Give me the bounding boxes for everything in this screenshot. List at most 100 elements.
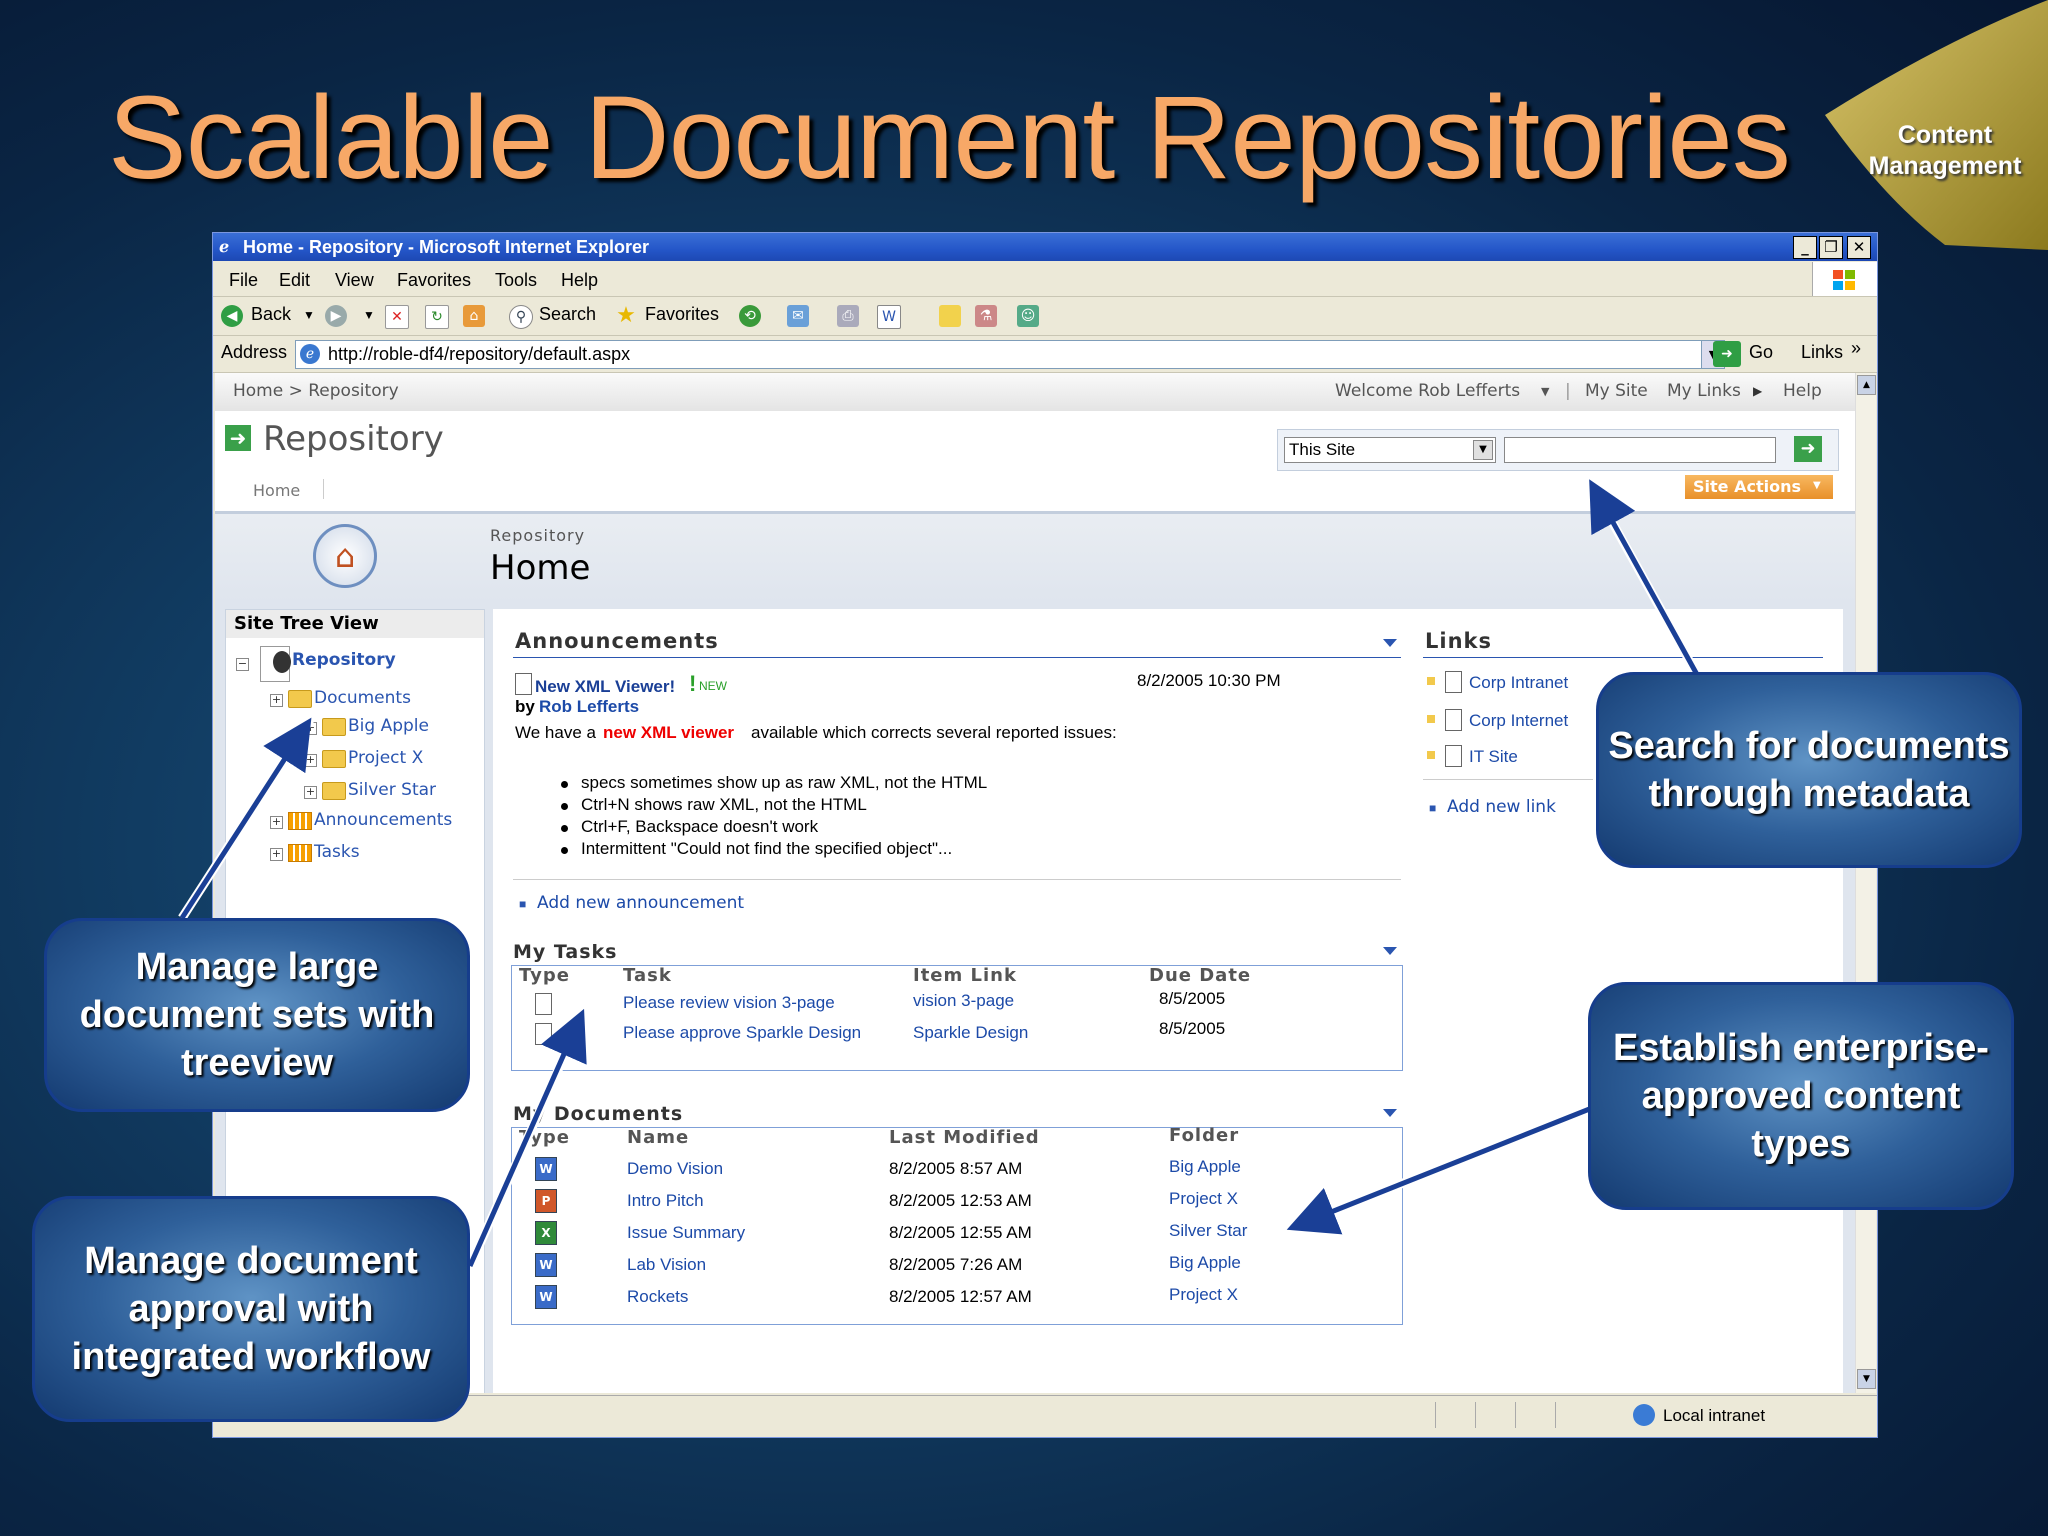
document-folder[interactable]: Silver Star — [1169, 1221, 1247, 1241]
tree-root-repository[interactable]: Repository — [292, 650, 396, 670]
tab-home[interactable]: Home — [253, 481, 300, 500]
discuss-icon[interactable] — [939, 305, 961, 327]
link-corp-internet[interactable]: Corp Internet — [1469, 711, 1568, 731]
refresh-icon[interactable]: ↻ — [425, 305, 449, 329]
expand-icon[interactable]: + — [304, 786, 317, 799]
address-input[interactable]: ℯ http://roble-df4/repository/default.as… — [295, 340, 1725, 369]
announcement-title[interactable]: New XML Viewer! — [535, 677, 675, 697]
docs-col-folder[interactable]: Folder — [1169, 1125, 1239, 1146]
site-actions-button[interactable]: Site Actions ▼ — [1685, 475, 1833, 499]
task-item-link[interactable]: Sparkle Design — [913, 1023, 1028, 1043]
tasks-menu-icon[interactable] — [1383, 947, 1397, 955]
docs-col-last-modified[interactable]: Last Modified — [889, 1127, 1040, 1148]
document-name[interactable]: Lab Vision — [627, 1255, 706, 1275]
link-it-site[interactable]: IT Site — [1469, 747, 1518, 767]
expand-icon[interactable]: + — [304, 754, 317, 767]
welcome-menu[interactable]: Welcome Rob Lefferts — [1335, 381, 1520, 401]
search-scope-select[interactable]: This Site ▼ — [1284, 437, 1496, 463]
menu-file[interactable]: File — [229, 270, 258, 291]
restore-button[interactable]: ❐ — [1819, 236, 1843, 259]
print-icon[interactable]: ⎙ — [837, 305, 859, 327]
my-site-link[interactable]: My Site — [1585, 381, 1648, 401]
tree-item-tasks[interactable]: Tasks — [314, 842, 360, 862]
stop-icon[interactable]: ✕ — [385, 305, 409, 329]
add-announcement-link[interactable]: Add new announcement — [537, 893, 744, 913]
task-name[interactable]: Please approve Sparkle Design — [623, 1023, 861, 1043]
breadcrumb[interactable]: Home > Repository — [233, 381, 399, 401]
expand-icon[interactable]: + — [304, 722, 317, 735]
link-corp-intranet[interactable]: Corp Intranet — [1469, 673, 1568, 693]
menu-edit[interactable]: Edit — [279, 270, 310, 291]
document-name[interactable]: Issue Summary — [627, 1223, 745, 1243]
welcome-dropdown-icon[interactable]: ▼ — [1541, 385, 1549, 398]
my-links-menu[interactable]: My Links — [1667, 381, 1741, 401]
home-icon[interactable]: ⌂ — [463, 305, 485, 327]
research-icon[interactable]: ⚗ — [975, 305, 997, 327]
tree-item-announcements[interactable]: Announcements — [314, 810, 452, 830]
mail-icon[interactable]: ✉ — [787, 305, 809, 327]
back-button[interactable]: Back — [251, 304, 291, 325]
document-name[interactable]: Demo Vision — [627, 1159, 723, 1179]
tasks-col-task[interactable]: Task — [623, 965, 672, 986]
documents-menu-icon[interactable] — [1383, 1109, 1397, 1117]
docs-col-name[interactable]: Name — [627, 1127, 689, 1148]
links-chevron-icon[interactable]: » — [1851, 338, 1861, 359]
forward-arrow-icon[interactable]: ▶ — [325, 305, 347, 327]
document-name[interactable]: Intro Pitch — [627, 1191, 704, 1211]
document-folder[interactable]: Project X — [1169, 1189, 1238, 1209]
search-go-icon[interactable]: ➜ — [1794, 436, 1822, 462]
menu-favorites[interactable]: Favorites — [397, 270, 471, 291]
document-folder[interactable]: Project X — [1169, 1285, 1238, 1305]
vertical-scrollbar[interactable]: ▲ ▼ — [1855, 373, 1876, 1393]
minimize-button[interactable]: _ — [1793, 236, 1817, 259]
scroll-up-icon[interactable]: ▲ — [1857, 375, 1876, 395]
my-links-arrow-icon[interactable]: ▶ — [1753, 384, 1762, 398]
add-link-link[interactable]: Add new link — [1447, 797, 1556, 817]
expand-icon[interactable]: + — [270, 816, 283, 829]
window-titlebar[interactable]: ℯ Home - Repository - Microsoft Internet… — [213, 233, 1877, 261]
tasks-col-due-date[interactable]: Due Date — [1149, 965, 1251, 986]
task-item-link[interactable]: vision 3-page — [913, 991, 1014, 1011]
announcement-author[interactable]: Rob Lefferts — [539, 697, 639, 717]
expand-icon[interactable]: + — [270, 694, 283, 707]
links-divider — [1423, 779, 1593, 780]
links-button[interactable]: Links — [1801, 342, 1843, 363]
collapse-icon[interactable]: − — [236, 658, 249, 671]
back-arrow-icon[interactable]: ◀ — [221, 305, 243, 327]
search-input[interactable] — [1504, 437, 1776, 463]
search-button[interactable]: Search — [539, 304, 596, 325]
document-folder[interactable]: Big Apple — [1169, 1253, 1241, 1273]
tasks-col-type[interactable]: Type — [519, 965, 570, 986]
back-dropdown-icon[interactable]: ▼ — [303, 308, 315, 322]
docs-col-type[interactable]: Type — [519, 1127, 570, 1148]
go-button[interactable]: Go — [1749, 342, 1773, 363]
history-icon[interactable]: ⟲ — [739, 305, 761, 327]
edit-word-icon[interactable]: W — [877, 305, 901, 329]
menu-view[interactable]: View — [335, 270, 374, 291]
tasks-col-item-link[interactable]: Item Link — [913, 965, 1017, 986]
favorites-button[interactable]: Favorites — [645, 304, 719, 325]
document-folder[interactable]: Big Apple — [1169, 1157, 1241, 1177]
tree-item-silver-star[interactable]: Silver Star — [348, 780, 436, 800]
document-name[interactable]: Rockets — [627, 1287, 688, 1307]
site-title[interactable]: Repository — [263, 419, 444, 459]
scope-dropdown-icon[interactable]: ▼ — [1473, 440, 1493, 460]
messenger-icon[interactable]: ☺ — [1017, 305, 1039, 327]
close-button[interactable]: ✕ — [1847, 236, 1871, 259]
search-icon[interactable]: ⚲ — [509, 305, 533, 329]
favorites-star-icon[interactable]: ★ — [615, 305, 637, 327]
forward-dropdown-icon[interactable]: ▼ — [363, 308, 375, 322]
scroll-down-icon[interactable]: ▼ — [1857, 1369, 1876, 1389]
tree-item-documents[interactable]: Documents — [314, 688, 411, 708]
page-breadcrumb[interactable]: Repository — [490, 526, 585, 545]
tree-item-big-apple[interactable]: Big Apple — [348, 716, 429, 736]
go-arrow-icon[interactable]: ➜ — [1713, 341, 1741, 367]
expand-icon[interactable]: + — [270, 848, 283, 861]
announcements-menu-icon[interactable] — [1383, 639, 1397, 647]
search-scope-value: This Site — [1289, 440, 1356, 459]
menu-tools[interactable]: Tools — [495, 270, 537, 291]
help-link[interactable]: Help — [1783, 381, 1822, 401]
task-name[interactable]: Please review vision 3-page — [623, 993, 835, 1013]
tree-item-project-x[interactable]: Project X — [348, 748, 423, 768]
menu-help[interactable]: Help — [561, 270, 598, 291]
